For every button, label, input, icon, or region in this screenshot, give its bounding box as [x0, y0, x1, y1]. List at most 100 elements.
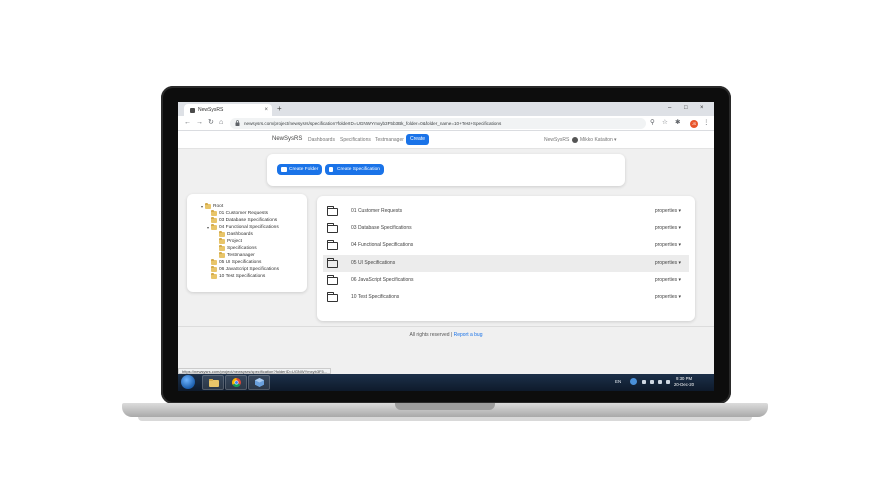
create-folder-label: Create Folder — [289, 167, 319, 172]
flag-icon[interactable] — [650, 380, 654, 384]
folder-name[interactable]: 06 JavaScript Specifications — [351, 277, 414, 283]
minimize-icon[interactable]: – — [668, 104, 671, 112]
properties-dropdown[interactable]: properties ▾ — [655, 225, 681, 231]
create-button[interactable]: Create — [406, 134, 429, 145]
volume-icon[interactable] — [666, 380, 670, 384]
folder-icon — [327, 206, 338, 216]
app-taskbar-button[interactable] — [248, 375, 270, 390]
project-selector[interactable]: NewSysRS — [544, 137, 569, 143]
tray-arrow-icon[interactable] — [642, 380, 646, 384]
back-icon[interactable]: ← — [184, 119, 191, 127]
folder-name[interactable]: 03 Database Specifications — [351, 225, 412, 231]
tree-item[interactable]: 03 Database Specifications — [211, 217, 277, 224]
tree-item[interactable]: Dashboards — [219, 231, 253, 238]
tree-label: 04 Functional Specifications — [219, 225, 279, 230]
new-tab-icon[interactable]: + — [277, 105, 282, 113]
folder-row[interactable]: 03 Database Specifications properties ▾ — [323, 220, 689, 237]
create-specification-label: Create Specification — [337, 167, 380, 172]
start-button[interactable] — [181, 375, 195, 389]
properties-dropdown[interactable]: properties ▾ — [655, 208, 681, 214]
properties-dropdown[interactable]: properties ▾ — [655, 277, 681, 283]
folder-icon — [211, 217, 217, 223]
brand-logo[interactable]: NewSysRS — [272, 136, 302, 142]
tree-item[interactable]: Project — [219, 238, 242, 245]
folder-icon — [327, 223, 338, 233]
collapse-icon[interactable]: ▾ — [207, 225, 209, 230]
tree-item[interactable]: ▾ 04 Functional Specifications — [207, 224, 279, 231]
folder-icon — [327, 258, 338, 268]
folder-icon — [211, 224, 218, 230]
create-specification-button[interactable]: Create Specification — [325, 164, 384, 175]
folder-row[interactable]: 01 Customer Requests properties ▾ — [323, 203, 689, 220]
system-clock[interactable]: 9:30 PM 20-Dec-20 — [674, 376, 694, 388]
folder-icon — [211, 259, 217, 265]
nav-dashboards[interactable]: Dashboards — [308, 137, 335, 143]
folder-row-selected[interactable]: 05 UI Specifications properties ▾ — [323, 255, 689, 272]
tree-item[interactable]: 10 Test Specifications — [211, 273, 265, 280]
tree-label: 01 Customer Requests — [219, 211, 269, 216]
folder-name[interactable]: 01 Customer Requests — [351, 208, 402, 214]
folder-row[interactable]: 06 JavaScript Specifications properties … — [323, 272, 689, 289]
tree-label: 06 JavaScript Specifications — [219, 267, 279, 272]
browser-tab[interactable]: NewSysRS × — [184, 104, 272, 116]
folder-icon — [211, 210, 217, 216]
network-globe-icon[interactable] — [630, 378, 637, 385]
home-icon[interactable]: ⌂ — [219, 119, 223, 127]
tree-item[interactable]: 01 Customer Requests — [211, 210, 268, 217]
taskbar: EN 9:30 PM 20-Dec-20 — [178, 374, 714, 391]
bookmark-star-icon[interactable]: ☆ — [662, 119, 668, 127]
folder-icon — [219, 238, 225, 244]
tree-item[interactable]: Testmanager — [219, 252, 255, 259]
tab-strip: NewSysRS × + – □ × — [178, 102, 714, 116]
browser-toolbar: ← → ↻ ⌂ newsysrs.com/project/newsysrs/sp… — [178, 116, 714, 131]
properties-dropdown[interactable]: properties ▾ — [655, 260, 681, 266]
tree-root[interactable]: ▾ Root — [201, 203, 223, 210]
properties-dropdown[interactable]: properties ▾ — [655, 242, 681, 248]
user-avatar — [572, 137, 578, 143]
battery-icon[interactable] — [658, 380, 662, 384]
explorer-taskbar-button[interactable] — [202, 375, 224, 390]
close-window-icon[interactable]: × — [700, 104, 704, 112]
language-indicator[interactable]: EN — [615, 379, 621, 385]
tree-label: Root — [213, 204, 224, 209]
folder-icon — [211, 273, 217, 279]
folder-row[interactable]: 10 Test Specifications properties ▾ — [323, 289, 689, 306]
chrome-taskbar-button[interactable] — [225, 375, 247, 390]
favicon-icon — [190, 107, 195, 113]
tree-item[interactable]: 06 JavaScript Specifications — [211, 266, 279, 273]
folder-icon — [219, 252, 225, 258]
folder-icon — [327, 275, 338, 285]
nav-testmanager[interactable]: Testmanager — [375, 137, 404, 143]
user-menu[interactable]: Mikko Kataiton — [580, 137, 613, 143]
tree-item[interactable]: 05 UI Specifications — [211, 259, 261, 266]
folder-name[interactable]: 10 Test Specifications — [351, 294, 399, 300]
tab-title: NewSysRS — [198, 107, 224, 113]
screen: NewSysRS × + – □ × ← → ↻ ⌂ newsysrs.com/… — [178, 102, 714, 391]
reload-icon[interactable]: ↻ — [208, 119, 214, 127]
footer-text: All rights reserved | — [409, 332, 453, 338]
tree-label: Dashboards — [227, 232, 253, 237]
folder-icon — [209, 379, 219, 387]
address-bar[interactable]: newsysrs.com/project/newsysrs/specificat… — [230, 118, 646, 129]
folder-row[interactable]: 04 Functional Specifications properties … — [323, 237, 689, 254]
tree-label: 10 Test Specifications — [219, 274, 266, 279]
chevron-down-icon[interactable]: ▾ — [614, 137, 617, 143]
tree-item[interactable]: Specifications — [219, 245, 257, 252]
tree-label: Specifications — [227, 246, 257, 251]
maximize-icon[interactable]: □ — [684, 104, 688, 112]
report-bug-link[interactable]: Report a bug — [454, 332, 483, 338]
extensions-icon[interactable]: ✱ — [675, 119, 680, 127]
folder-icon — [327, 292, 338, 302]
folder-icon — [205, 203, 212, 209]
properties-dropdown[interactable]: properties ▾ — [655, 294, 681, 300]
forward-icon[interactable]: → — [196, 119, 203, 127]
nav-specifications[interactable]: Specifications — [340, 137, 371, 143]
create-folder-button[interactable]: Create Folder — [277, 164, 323, 175]
collapse-icon[interactable]: ▾ — [201, 204, 203, 209]
profile-avatar[interactable]: JS — [690, 120, 698, 128]
folder-name[interactable]: 04 Functional Specifications — [351, 242, 413, 248]
menu-icon[interactable]: ⋮ — [703, 119, 710, 127]
folder-name[interactable]: 05 UI Specifications — [351, 260, 395, 266]
close-tab-icon[interactable]: × — [264, 107, 268, 113]
zoom-icon[interactable]: ⚲ — [650, 119, 655, 127]
